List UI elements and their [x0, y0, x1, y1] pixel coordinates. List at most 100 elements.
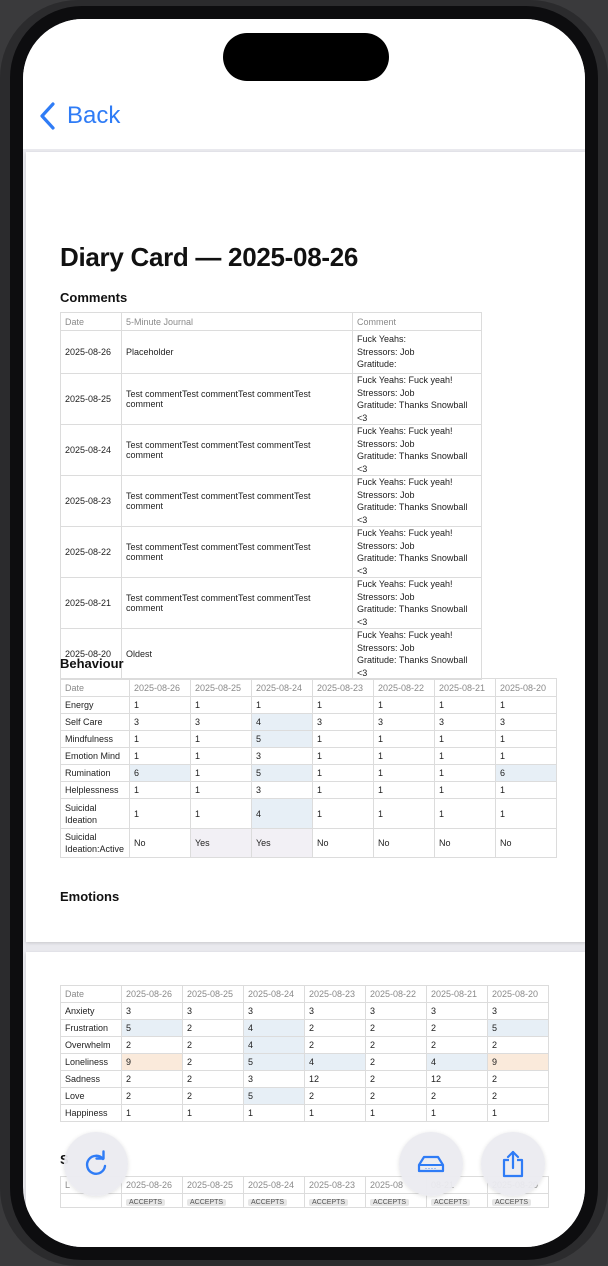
date-cell: 2025-08-20: [60, 628, 122, 680]
skill-tag: ACCEPTS: [431, 1198, 471, 1206]
emotions-value-cell: 2: [304, 1087, 366, 1105]
behaviour-value-cell: 3: [251, 781, 313, 799]
behaviour-value-cell: 1: [312, 781, 374, 799]
emotions-value-cell: 2: [182, 1019, 244, 1037]
behaviour-value-cell: 1: [312, 764, 374, 782]
emotions-value-cell: 2: [365, 1087, 427, 1105]
behaviour-value-cell: 1: [434, 798, 496, 829]
table-row: Emotion Mind 1 1 3 1 1 1 1: [60, 747, 557, 765]
comment-line: Stressors: Job: [357, 642, 415, 653]
behaviour-header-cell: 2025-08-22: [373, 678, 435, 697]
emotions-value-cell: 4: [243, 1019, 305, 1037]
refresh-button[interactable]: [64, 1132, 128, 1196]
behaviour-value-cell: 1: [373, 696, 435, 714]
behaviour-header-cell: 2025-08-26: [129, 678, 191, 697]
journal-cell: Test commentTest commentTest commentTest…: [121, 475, 353, 527]
print-button[interactable]: [399, 1132, 463, 1196]
behaviour-row-label: Suicidal Ideation:Active: [60, 828, 130, 858]
behaviour-value-cell: 1: [312, 696, 374, 714]
behaviour-value-cell: 1: [129, 781, 191, 799]
behaviour-value-cell: 1: [495, 747, 557, 765]
behaviour-value-cell: 3: [373, 713, 435, 731]
emotions-value-cell: 5: [121, 1019, 183, 1037]
emotions-value-cell: 2: [182, 1036, 244, 1054]
emotions-value-cell: 2: [365, 1070, 427, 1088]
behaviour-value-cell: 1: [190, 747, 252, 765]
behaviour-value-cell: 1: [373, 730, 435, 748]
behaviour-value-cell: 1: [190, 798, 252, 829]
behaviour-header-cell: 2025-08-23: [312, 678, 374, 697]
behaviour-value-cell: 1: [190, 696, 252, 714]
behaviour-value-cell: 3: [251, 747, 313, 765]
behaviour-value-cell: 1: [312, 730, 374, 748]
behaviour-value-cell: 3: [190, 713, 252, 731]
comment-cell: Fuck Yeahs: Fuck yeah! Stressors: Job Grat…: [352, 577, 482, 629]
comment-line: Gratitude: Thanks Snowball <3: [357, 553, 468, 576]
emotions-value-cell: 2: [304, 1019, 366, 1037]
skill-tag: ACCEPTS: [492, 1198, 532, 1206]
behaviour-value-cell: 3: [129, 713, 191, 731]
behaviour-value-cell: 3: [434, 713, 496, 731]
emotions-value-cell: 4: [426, 1053, 488, 1071]
skills-table: L 2025-08-26 2025-08-25 2025-08-24 2025-08-…: [60, 1176, 549, 1208]
emotions-value-cell: 12: [426, 1070, 488, 1088]
behaviour-row-label: Energy: [60, 696, 130, 714]
emotions-value-cell: 2: [487, 1036, 549, 1054]
comment-line: Fuck Yeahs: Fuck yeah!: [357, 375, 453, 385]
comments-heading: Comments: [60, 290, 128, 305]
emotions-value-cell: 1: [487, 1104, 549, 1122]
emotions-value-cell: 1: [243, 1104, 305, 1122]
skills-header-cell: 2025-08-26: [121, 1176, 183, 1194]
table-row: 2025-08-20 Oldest Fuck Yeahs: Fuck yeah! St…: [60, 628, 482, 680]
journal-cell: Test commentTest commentTest commentTest…: [121, 373, 353, 425]
emotions-value-cell: 1: [365, 1104, 427, 1122]
skill-tag: ACCEPTS: [187, 1198, 227, 1206]
back-button[interactable]: Back: [37, 101, 120, 131]
table-row: Overwhelm 2 2 4 2 2 2 2: [60, 1036, 549, 1054]
behaviour-header-cell: Date: [60, 678, 130, 697]
table-row: Helplessness 1 1 3 1 1 1 1: [60, 781, 557, 799]
behaviour-value-cell: 1: [373, 764, 435, 782]
emotions-value-cell: 2: [304, 1036, 366, 1054]
emotions-header-cell: Date: [60, 985, 122, 1003]
emotions-value-cell: 3: [487, 1002, 549, 1020]
behaviour-value-cell: No: [434, 828, 496, 858]
table-row: 2025-08-21 Test commentTest commentTest c…: [60, 577, 482, 629]
emotions-row-label: Overwhelm: [60, 1036, 122, 1054]
comment-line: Stressors: Job: [357, 346, 415, 357]
behaviour-row-label: Mindfulness: [60, 730, 130, 748]
pdf-page-1: Diary Card — 2025-08-26 Comments Date 5-M…: [26, 152, 585, 942]
table-row: Mindfulness 1 1 5 1 1 1 1: [60, 730, 557, 748]
emotions-value-cell: 3: [365, 1002, 427, 1020]
behaviour-heading: Behaviour: [60, 656, 124, 671]
behaviour-value-cell: 1: [434, 730, 496, 748]
journal-cell: Test commentTest commentTest commentTest…: [121, 424, 353, 476]
behaviour-value-cell: 3: [495, 713, 557, 731]
emotions-value-cell: 1: [304, 1104, 366, 1122]
behaviour-value-cell: No: [129, 828, 191, 858]
page-title: Diary Card — 2025-08-26: [60, 242, 359, 272]
refresh-icon: [85, 1150, 107, 1175]
emotions-row-label: Sadness: [60, 1070, 122, 1088]
emotions-row-label: Happiness: [60, 1104, 122, 1122]
emotions-value-cell: 2: [182, 1087, 244, 1105]
table-row: 2025-08-24 Test commentTest commentTest c…: [60, 424, 482, 476]
pdf-page-2: Date 2025-08-26 2025-08-25 2025-08-24 2025-0…: [26, 952, 585, 1247]
emotions-value-cell: 2: [182, 1053, 244, 1071]
comment-cell: Fuck Yeahs: Fuck yeah! Stressors: Job Grat…: [352, 373, 482, 425]
comments-header-cell: Date: [60, 312, 122, 331]
emotions-value-cell: 5: [243, 1053, 305, 1071]
table-row: 2025-08-25 Test commentTest commentTest c…: [60, 373, 482, 425]
skill-tag: ACCEPTS: [248, 1198, 288, 1206]
emotions-value-cell: 1: [121, 1104, 183, 1122]
comment-cell: Fuck Yeahs: Fuck yeah! Stressors: Job Grat…: [352, 628, 482, 680]
journal-cell: Test commentTest commentTest commentTest…: [121, 577, 353, 629]
emotions-value-cell: 3: [243, 1002, 305, 1020]
share-button[interactable]: [481, 1132, 545, 1196]
emotions-value-cell: 3: [182, 1002, 244, 1020]
comment-line: Stressors: Job: [357, 540, 415, 551]
skill-tag: ACCEPTS: [370, 1198, 410, 1206]
table-row: Anxiety 3 3 3 3 3 3 3: [60, 1002, 549, 1020]
comment-line: Fuck Yeahs:: [357, 334, 407, 345]
emotions-value-cell: 4: [304, 1053, 366, 1071]
